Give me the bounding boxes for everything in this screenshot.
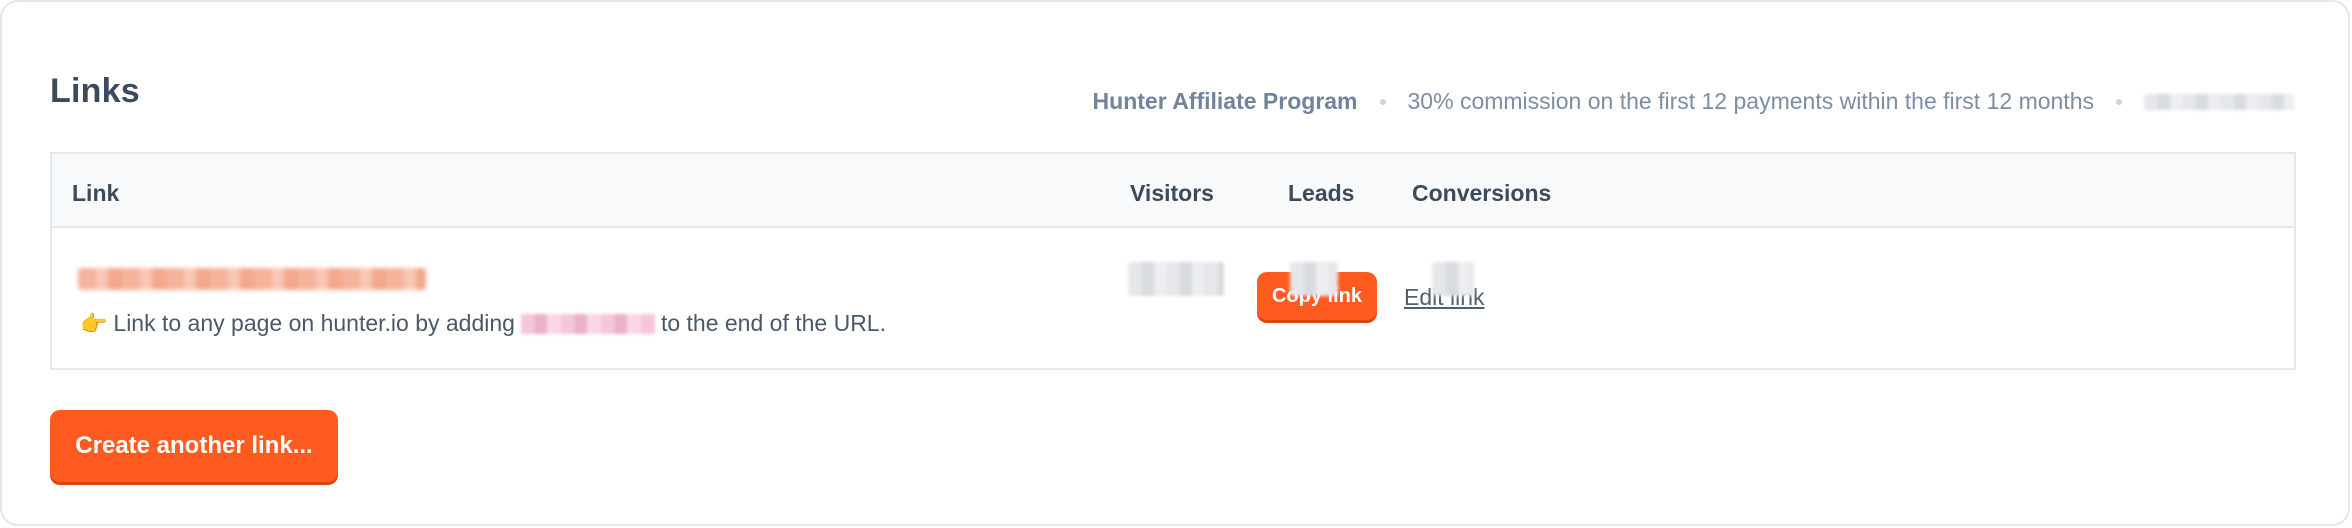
column-header-leads: Leads — [1288, 180, 1355, 206]
link-hint: 👉 Link to any page on hunter.io by addin… — [80, 310, 886, 337]
program-commission: 30% commission on the first 12 payments … — [1407, 88, 2094, 114]
separator-dot — [2116, 98, 2122, 105]
table-header: Link Visitors Leads Conversions — [52, 154, 2294, 228]
redacted-leads-count — [1290, 262, 1338, 296]
redacted-ref-param — [520, 313, 655, 334]
program-name: Hunter Affiliate Program — [1092, 88, 1358, 114]
redacted-link-url[interactable] — [78, 268, 426, 290]
redacted-visitors-count — [1128, 262, 1224, 296]
table-row: 👉 Link to any page on hunter.io by addin… — [52, 228, 2294, 370]
column-header-visitors: Visitors — [1130, 180, 1214, 206]
affiliate-program-info: Hunter Affiliate Program 30% commission … — [1093, 88, 2294, 115]
separator-dot — [1379, 98, 1386, 105]
redacted-program-detail — [2144, 93, 2294, 110]
column-header-conversions: Conversions — [1412, 180, 1552, 206]
links-table: Link Visitors Leads Conversions 👉 Link t… — [50, 152, 2296, 370]
pointing-hand-icon: 👉 — [80, 310, 108, 336]
redacted-conversions-count — [1432, 262, 1474, 296]
create-another-link-button[interactable]: Create another link... — [50, 410, 338, 482]
hint-suffix: to the end of the URL. — [660, 310, 886, 336]
links-card: Links Hunter Affiliate Program 30% commi… — [0, 0, 2350, 526]
page-title: Links — [50, 72, 140, 110]
hint-prefix: Link to any page on hunter.io by adding — [113, 310, 515, 336]
column-header-link: Link — [72, 180, 120, 206]
